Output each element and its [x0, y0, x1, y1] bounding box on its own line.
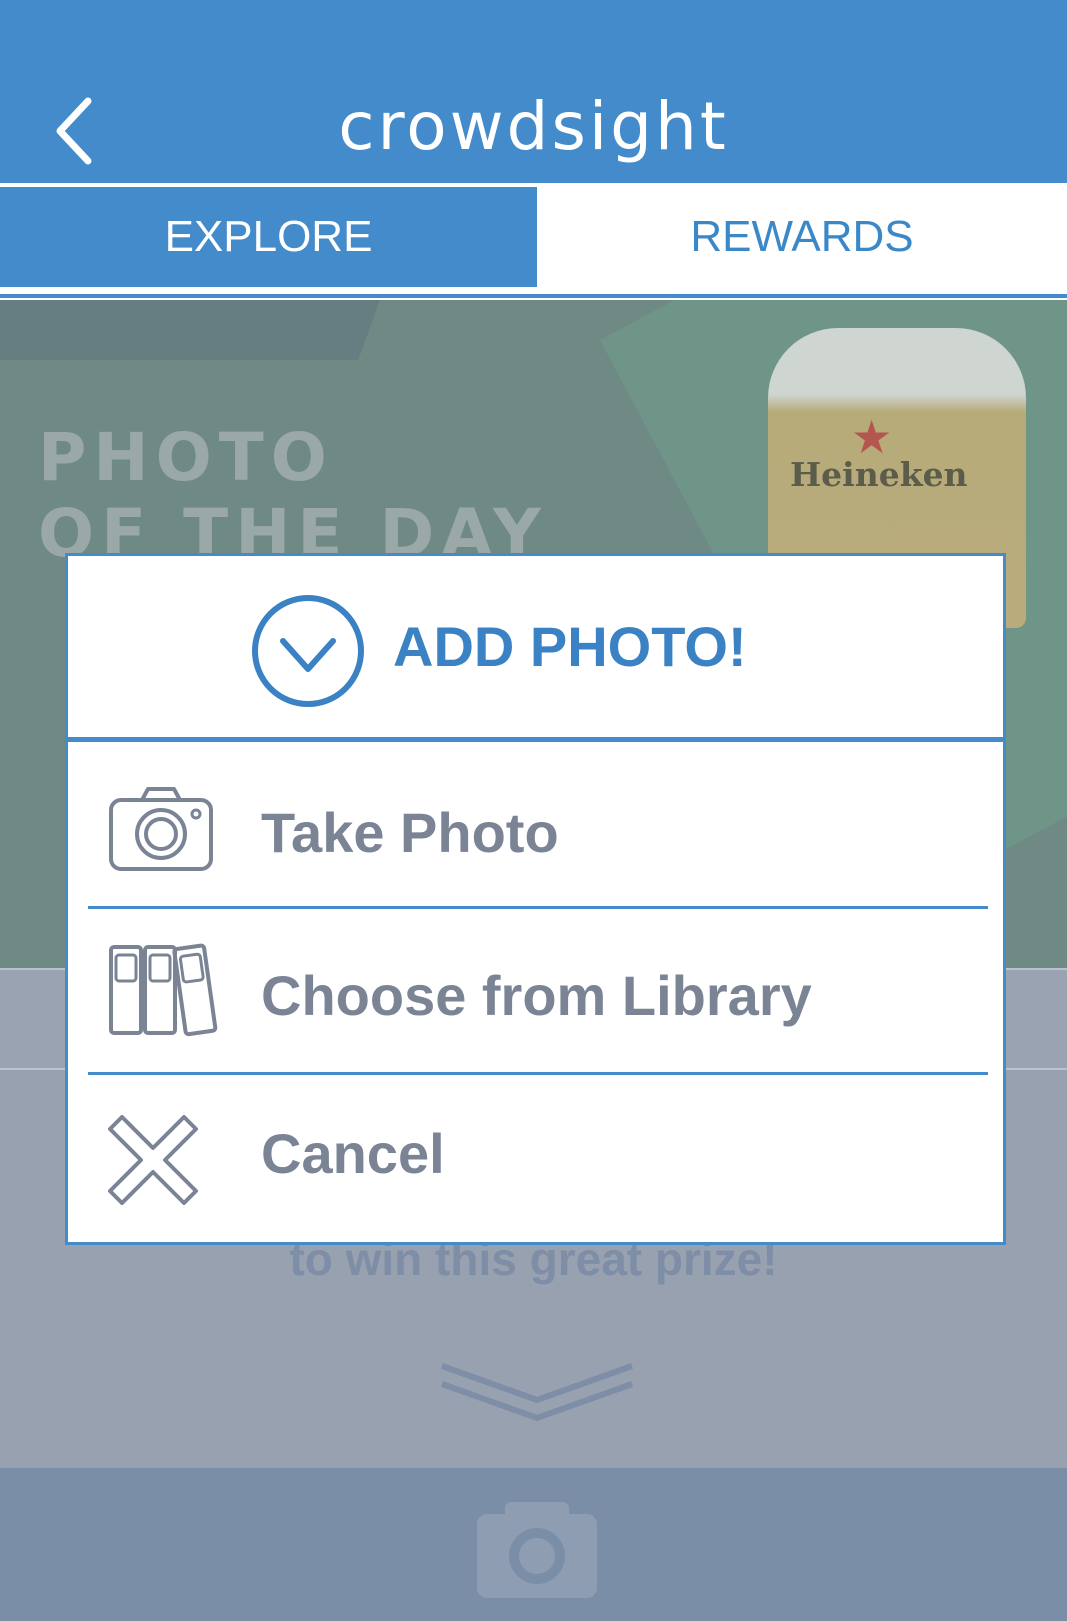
choose-from-library-label: Choose from Library: [261, 964, 812, 1027]
take-photo-label: Take Photo: [261, 801, 559, 864]
app-header: crowdsight: [0, 0, 1067, 183]
app-title: crowdsight: [338, 88, 729, 165]
banner-title: PHOTO OF THE DAY: [38, 420, 548, 572]
double-chevron-down-icon: [440, 1363, 634, 1422]
choose-from-library-option[interactable]: Choose from Library: [68, 909, 1003, 1075]
cancel-option[interactable]: Cancel: [68, 1075, 1003, 1242]
beer-brand-label: Heineken: [790, 455, 968, 494]
take-photo-option[interactable]: Take Photo: [68, 742, 1003, 909]
add-photo-dialog: ADD PHOTO! Take Photo Choose from Librar…: [65, 553, 1006, 1245]
close-icon: [108, 1115, 198, 1205]
dialog-header: ADD PHOTO!: [68, 556, 1003, 742]
cancel-label: Cancel: [261, 1122, 445, 1185]
banner-title-line1: PHOTO: [38, 419, 334, 496]
tab-explore[interactable]: EXPLORE: [0, 187, 537, 287]
tab-bar: EXPLORE REWARDS: [0, 185, 1067, 293]
tab-rewards[interactable]: REWARDS: [539, 187, 1065, 287]
camera-icon: [109, 787, 213, 871]
library-icon: [109, 943, 218, 1037]
banner-decoration-top: [0, 300, 381, 360]
camera-fab-icon: [477, 1502, 597, 1598]
tab-underline: [0, 294, 1067, 298]
dialog-title: ADD PHOTO!: [393, 615, 747, 678]
chevron-down-circle-icon: [252, 595, 364, 707]
